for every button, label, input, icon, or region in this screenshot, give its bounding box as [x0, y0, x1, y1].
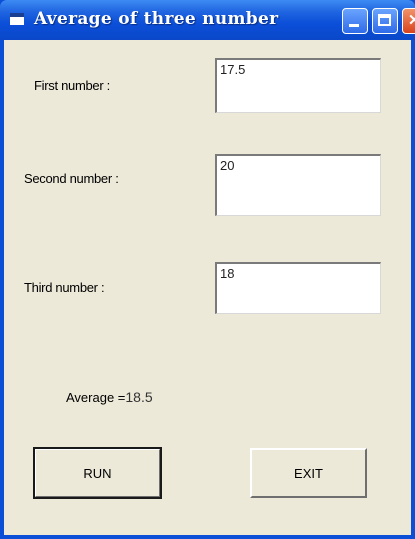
first-number-label: First number : [34, 78, 110, 93]
maximize-icon[interactable] [372, 8, 398, 34]
average-label: Average = [66, 390, 126, 405]
exit-button[interactable]: EXIT [250, 448, 367, 498]
third-number-label: Third number : [24, 280, 105, 295]
app-icon[interactable] [10, 13, 24, 25]
minimize-icon[interactable] [342, 8, 368, 34]
average-value: 18.5 [125, 389, 153, 405]
form-body: First number : 17.5 Second number : 20 T… [4, 40, 411, 535]
second-number-label: Second number : [24, 171, 119, 186]
average-result: Average =18.5 [66, 389, 153, 405]
first-number-field[interactable]: 17.5 [215, 58, 381, 113]
app-window: Average of three number First number : 1… [0, 0, 415, 539]
close-icon[interactable] [402, 8, 415, 34]
third-number-field[interactable]: 18 [215, 262, 381, 314]
title-bar[interactable]: Average of three number [0, 0, 415, 40]
run-button[interactable]: RUN [33, 447, 162, 499]
window-title: Average of three number [34, 9, 279, 29]
second-number-field[interactable]: 20 [215, 154, 381, 216]
